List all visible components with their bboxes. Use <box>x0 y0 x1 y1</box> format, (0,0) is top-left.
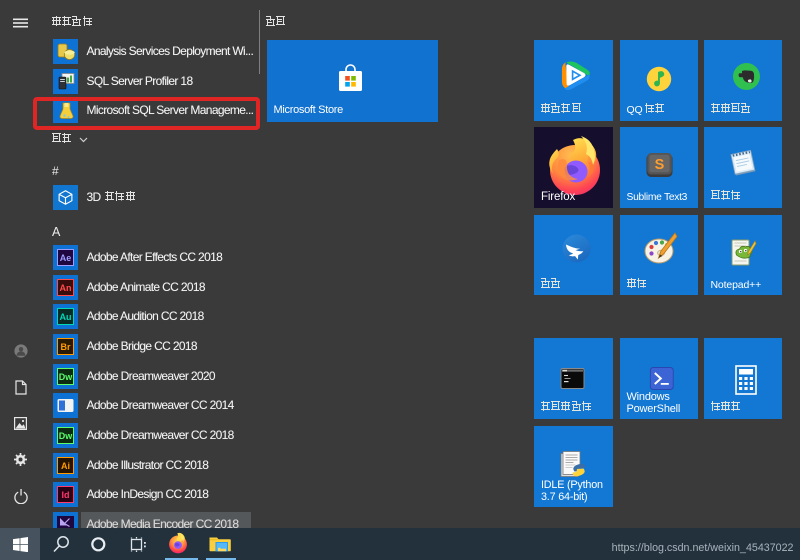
svg-text:S: S <box>654 157 664 173</box>
